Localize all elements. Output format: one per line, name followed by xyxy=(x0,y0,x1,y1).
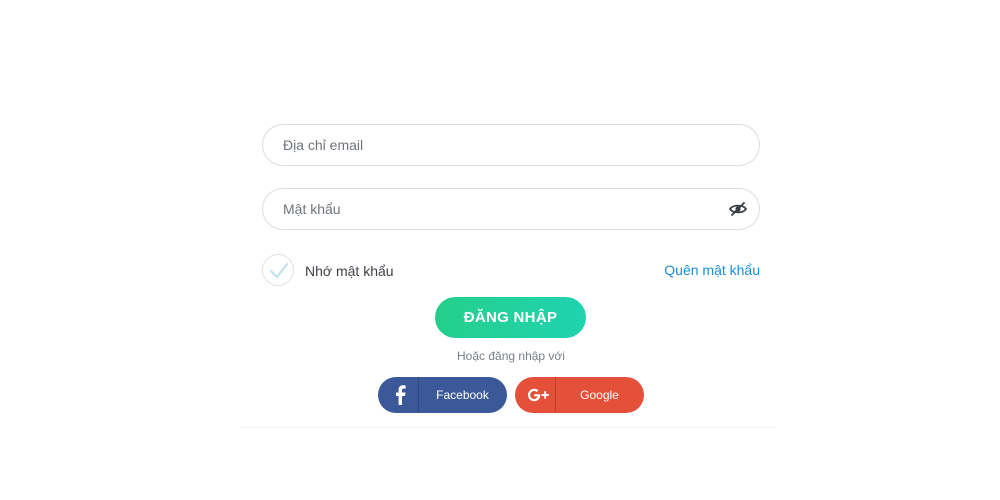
email-field-wrapper xyxy=(262,124,760,166)
or-login-with-text: Hoặc đăng nhập với xyxy=(457,349,565,363)
remember-label[interactable]: Nhớ mật khẩu xyxy=(305,263,394,279)
email-input[interactable] xyxy=(283,125,723,165)
check-icon xyxy=(269,262,289,279)
social-login-row: Facebook Google xyxy=(378,377,644,413)
forgot-password-link[interactable]: Quên mật khẩu xyxy=(664,262,760,278)
password-field-wrapper xyxy=(262,188,760,230)
login-button[interactable]: ĐĂNG NHẬP xyxy=(435,297,586,338)
google-login-button[interactable]: Google xyxy=(515,377,644,413)
remember-row: Nhớ mật khẩu Quên mật khẩu xyxy=(262,254,760,288)
google-plus-icon xyxy=(515,377,556,413)
facebook-label: Facebook xyxy=(436,388,489,402)
bottom-divider xyxy=(240,427,776,428)
facebook-icon xyxy=(378,377,419,413)
password-input[interactable] xyxy=(283,189,723,229)
login-page: Nhớ mật khẩu Quên mật khẩu ĐĂNG NHẬP Hoặ… xyxy=(0,0,1000,500)
eye-slash-icon[interactable] xyxy=(727,199,749,219)
facebook-login-button[interactable]: Facebook xyxy=(378,377,507,413)
google-label: Google xyxy=(580,388,619,402)
remember-checkbox[interactable] xyxy=(262,254,294,286)
